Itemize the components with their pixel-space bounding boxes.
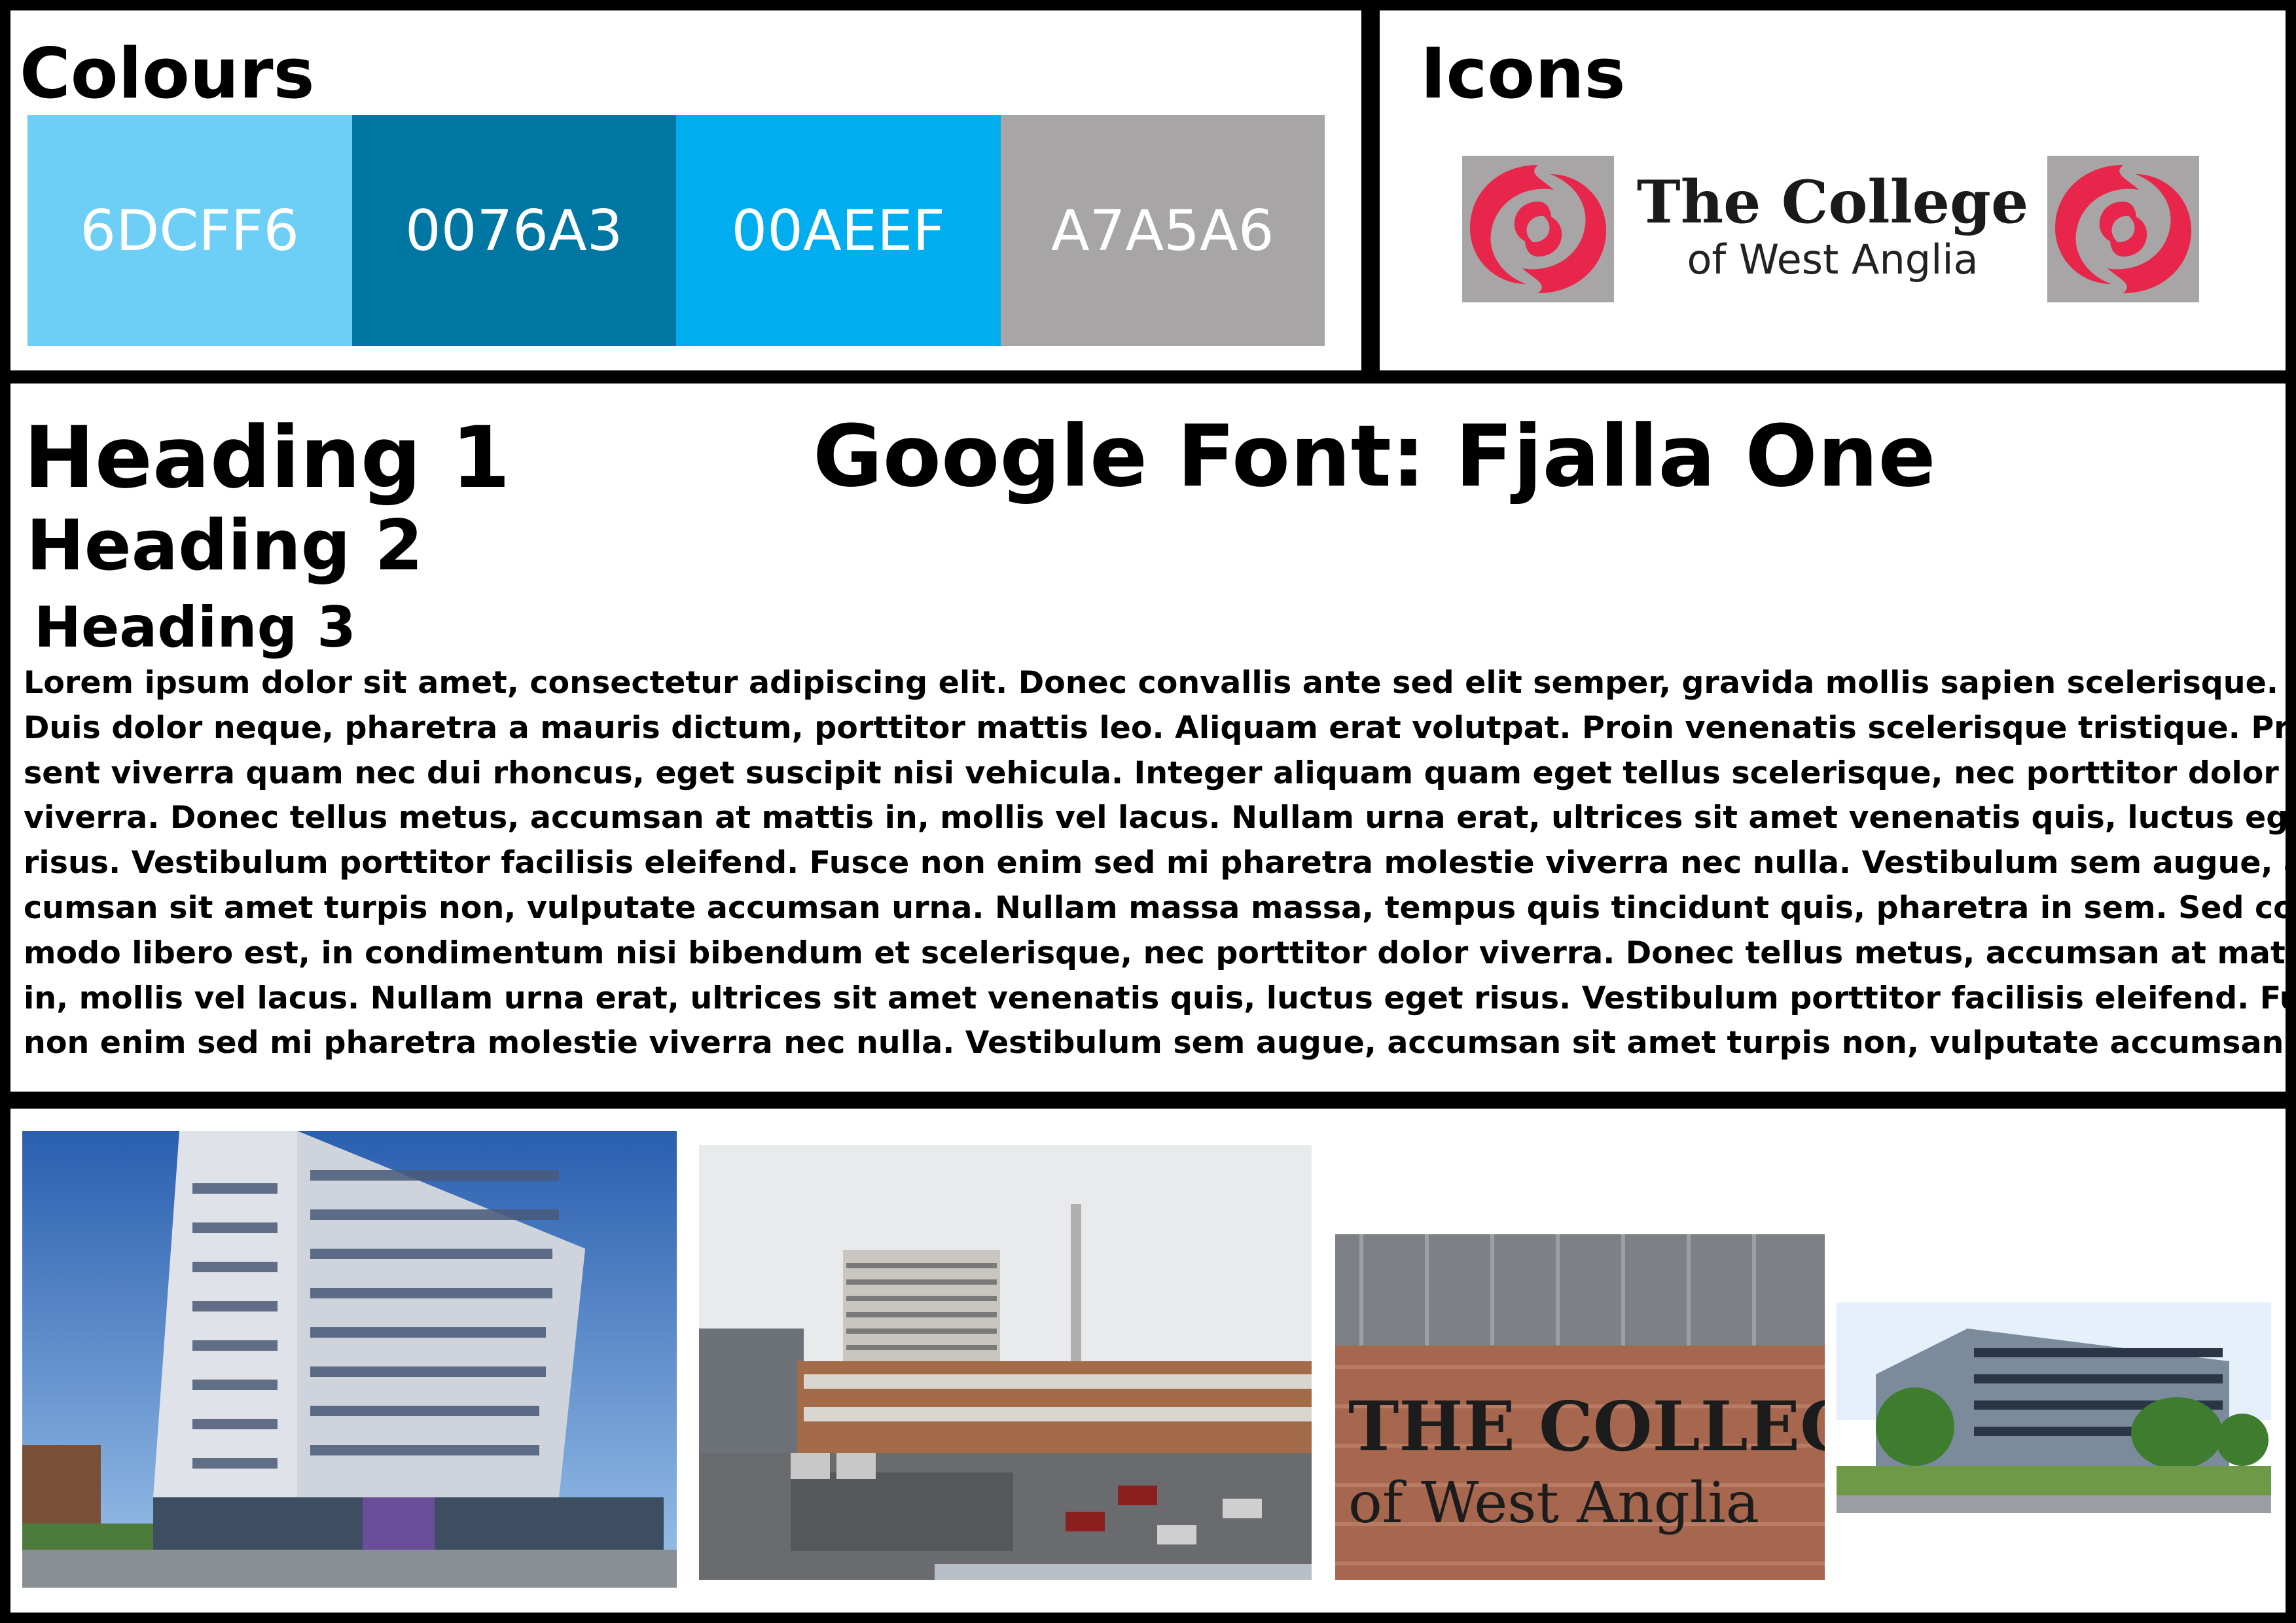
heading-3-sample: Heading 3 — [34, 595, 356, 660]
colours-panel: Colours 6DCFF6 0076A3 00AEEF A7A5A6 — [0, 0, 1372, 381]
colour-swatch: 00AEEF — [676, 115, 1001, 346]
font-note: Google Font: Fjalla One — [813, 406, 1936, 506]
campus-aerial-photo — [699, 1145, 1312, 1580]
colour-swatch: 6DCFF6 — [27, 115, 352, 346]
icons-title: Icons — [1420, 33, 1626, 114]
swatch-label: 6DCFF6 — [80, 198, 300, 264]
swirl-logo-icon — [1462, 156, 1614, 302]
tower-building-photo — [22, 1131, 677, 1588]
logo-name: The College — [1636, 168, 2029, 237]
college-logo: The College of West Anglia — [1462, 156, 2199, 302]
body-line: sent viverra quam nec dui rhoncus, eget … — [24, 755, 2279, 791]
campus-building-photo — [1837, 1302, 2271, 1513]
body-line: Duis dolor neque, pharetra a mauris dict… — [24, 709, 2296, 746]
icons-panel: Icons The College of West Anglia — [1372, 0, 2296, 381]
colour-swatch: 0076A3 — [351, 115, 676, 346]
college-sign-photo: THE COLLEGE of West Anglia — [1335, 1234, 1825, 1580]
body-line: in, mollis vel lacus. Nullam urna erat, … — [24, 980, 2296, 1016]
body-line: Lorem ipsum dolor sit amet, consectetur … — [24, 665, 2278, 701]
logo-subtitle: of West Anglia — [1687, 236, 1979, 283]
swirl-logo-icon — [2047, 156, 2199, 302]
body-line: modo libero est, in condimentum nisi bib… — [24, 935, 2296, 971]
swatch-label: 0076A3 — [405, 198, 623, 264]
colours-title: Colours — [20, 33, 315, 114]
body-line: risus. Vestibulum porttitor facilisis el… — [24, 845, 2296, 882]
heading-1-sample: Heading 1 — [24, 408, 511, 507]
body-line: non enim sed mi pharetra molestie viverr… — [24, 1025, 2284, 1061]
typography-panel: Heading 1 Google Font: Fjalla One Headin… — [0, 381, 2296, 1102]
heading-2-sample: Heading 2 — [26, 505, 423, 586]
body-line: cumsan sit amet turpis non, vulputate ac… — [24, 889, 2296, 926]
sign-line-2: of West Anglia — [1348, 1471, 1759, 1536]
swatch-label: A7A5A6 — [1050, 198, 1274, 264]
colour-swatch: A7A5A6 — [1000, 115, 1325, 346]
body-line: viverra. Donec tellus metus, accumsan at… — [24, 800, 2296, 836]
swatch-label: 00AEEF — [731, 198, 945, 264]
colour-swatches: 6DCFF6 0076A3 00AEEF A7A5A6 — [27, 115, 1325, 346]
sign-line-1: THE COLLEGE — [1348, 1386, 1825, 1467]
body-text-sample: Lorem ipsum dolor sit amet, consectetur … — [24, 661, 2296, 1066]
